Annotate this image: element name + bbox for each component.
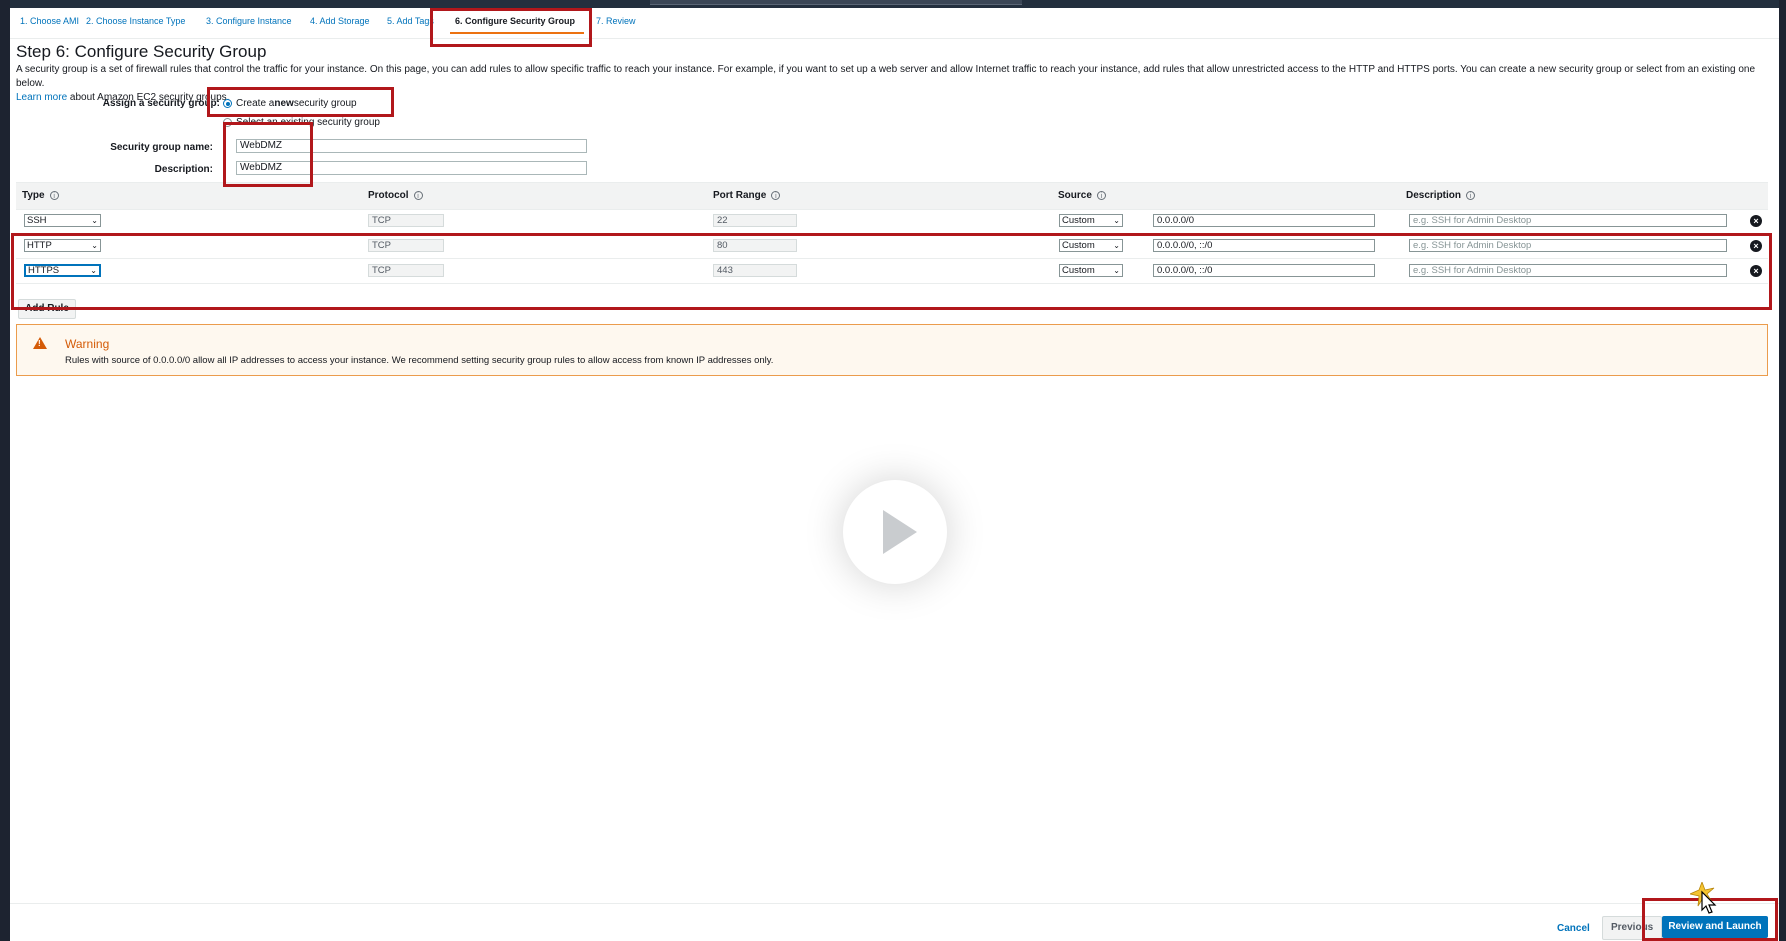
rule-protocol: TCP <box>368 264 444 277</box>
col-description-label: Description <box>1406 190 1462 201</box>
warning-icon: ! <box>33 337 47 349</box>
select-existing-sg-option[interactable]: Select an existing security group <box>223 117 380 128</box>
col-description: Description i <box>1406 190 1476 201</box>
chevron-down-icon: ⌄ <box>90 266 97 275</box>
left-frame <box>0 0 10 941</box>
console-top-bar <box>0 0 1786 8</box>
col-port-range: Port Range i <box>713 190 781 201</box>
create-new-post: security group <box>293 98 357 109</box>
warning-glyph: ! <box>38 339 41 348</box>
rule-description-input[interactable]: e.g. SSH for Admin Desktop <box>1409 239 1727 252</box>
remove-rule-icon[interactable]: × <box>1750 265 1762 277</box>
col-type: Type i <box>22 190 59 201</box>
create-new-bold: new <box>274 98 294 109</box>
sg-name-label: Security group name: <box>110 142 213 153</box>
sg-description-input[interactable]: WebDMZ <box>236 161 587 175</box>
rule-source-value: Custom <box>1062 215 1095 226</box>
previous-button[interactable]: Previous <box>1602 916 1663 940</box>
step-configure-security-group[interactable]: 6. Configure Security Group <box>455 16 575 26</box>
rule-description-input[interactable]: e.g. SSH for Admin Desktop <box>1409 214 1727 227</box>
chevron-down-icon: ⌄ <box>1113 266 1120 275</box>
rule-source-value: Custom <box>1062 240 1095 251</box>
warning-text: Rules with source of 0.0.0.0/0 allow all… <box>65 355 774 366</box>
rule-type-value: SSH <box>27 215 47 226</box>
rule-source-select[interactable]: Custom ⌄ <box>1059 264 1123 277</box>
select-existing-radio[interactable] <box>223 118 232 127</box>
active-step-indicator <box>450 32 584 34</box>
add-rule-button[interactable]: Add Rule <box>18 299 76 319</box>
info-icon[interactable]: i <box>1466 191 1476 200</box>
select-existing-label: Select an existing security group <box>236 117 380 128</box>
col-protocol: Protocol i <box>368 190 423 201</box>
rule-source-select[interactable]: Custom ⌄ <box>1059 239 1123 252</box>
chevron-down-icon: ⌄ <box>1113 216 1120 225</box>
wizard-footer: Cancel Previous Review and Launch <box>10 903 1779 941</box>
rule-source-select[interactable]: Custom ⌄ <box>1059 214 1123 227</box>
step-review[interactable]: 7. Review <box>596 16 636 26</box>
rule-cidr-input[interactable]: 0.0.0.0/0, ::/0 <box>1153 239 1375 252</box>
sg-description-label: Description: <box>154 164 213 175</box>
create-new-sg-option[interactable]: Create a new security group <box>223 98 357 109</box>
info-icon[interactable]: i <box>49 191 59 200</box>
col-source-label: Source <box>1058 190 1092 201</box>
info-icon[interactable]: i <box>1096 191 1106 200</box>
col-type-label: Type <box>22 190 45 201</box>
step-choose-instance-type[interactable]: 2. Choose Instance Type <box>86 16 185 26</box>
rule-type-select[interactable]: HTTPS ⌄ <box>24 264 101 277</box>
wizard-steps-nav: 1. Choose AMI 2. Choose Instance Type 3.… <box>10 8 1779 39</box>
col-port-range-label: Port Range <box>713 190 767 201</box>
remove-rule-icon[interactable]: × <box>1750 240 1762 252</box>
step-add-tags[interactable]: 5. Add Tags <box>387 16 434 26</box>
warning-alert: ! Warning Rules with source of 0.0.0.0/0… <box>16 324 1768 376</box>
create-new-radio[interactable] <box>223 99 232 108</box>
rule-cidr-input[interactable]: 0.0.0.0/0 <box>1153 214 1375 227</box>
rule-type-value: HTTPS <box>28 265 60 276</box>
rule-port-range: 80 <box>713 239 797 252</box>
assign-security-group-label: Assign a security group: <box>102 98 220 109</box>
rule-source-value: Custom <box>1062 265 1095 276</box>
table-row: HTTP ⌄ TCP 80 Custom ⌄ 0.0.0.0/0, ::/0 e.g… <box>16 234 1768 259</box>
rule-protocol: TCP <box>368 214 444 227</box>
step-add-storage[interactable]: 4. Add Storage <box>310 16 370 26</box>
warning-title: Warning <box>65 337 110 351</box>
step-choose-ami[interactable]: 1. Choose AMI <box>20 16 79 26</box>
intro-text: A security group is a set of firewall ru… <box>16 64 1756 89</box>
step-configure-instance[interactable]: 3. Configure Instance <box>206 16 292 26</box>
rule-protocol: TCP <box>368 239 444 252</box>
col-protocol-label: Protocol <box>368 190 409 201</box>
play-icon <box>883 510 917 554</box>
chevron-down-icon: ⌄ <box>1113 241 1120 250</box>
launch-wizard-page: 1. Choose AMI 2. Choose Instance Type 3.… <box>10 8 1779 941</box>
sg-name-input[interactable]: WebDMZ <box>236 139 587 153</box>
rule-type-select[interactable]: HTTP ⌄ <box>24 239 101 252</box>
rule-type-value: HTTP <box>27 240 52 251</box>
mouse-cursor-icon <box>1690 882 1717 914</box>
search-bar[interactable] <box>650 0 1022 5</box>
cancel-link[interactable]: Cancel <box>1557 923 1590 934</box>
video-play-button[interactable] <box>843 480 947 584</box>
create-new-pre: Create a <box>236 98 275 109</box>
remove-rule-icon[interactable]: × <box>1750 215 1762 227</box>
right-frame <box>1779 0 1786 941</box>
rule-type-select[interactable]: SSH ⌄ <box>24 214 101 227</box>
chevron-down-icon: ⌄ <box>91 216 98 225</box>
rules-table-header: Type i Protocol i Port Range i Source i Desc… <box>16 182 1768 210</box>
rule-cidr-input[interactable]: 0.0.0.0/0, ::/0 <box>1153 264 1375 277</box>
highlight-name-fields <box>223 122 313 187</box>
rule-description-input[interactable]: e.g. SSH for Admin Desktop <box>1409 264 1727 277</box>
page-title: Step 6: Configure Security Group <box>16 42 267 61</box>
table-row: HTTPS ⌄ TCP 443 Custom ⌄ 0.0.0.0/0, ::/0 e… <box>16 259 1768 284</box>
col-source: Source i <box>1058 190 1106 201</box>
rule-port-range: 443 <box>713 264 797 277</box>
info-icon[interactable]: i <box>771 191 781 200</box>
rule-port-range: 22 <box>713 214 797 227</box>
chevron-down-icon: ⌄ <box>91 241 98 250</box>
info-icon[interactable]: i <box>413 191 423 200</box>
table-row: SSH ⌄ TCP 22 Custom ⌄ 0.0.0.0/0 e.g. SSH f… <box>16 209 1768 234</box>
